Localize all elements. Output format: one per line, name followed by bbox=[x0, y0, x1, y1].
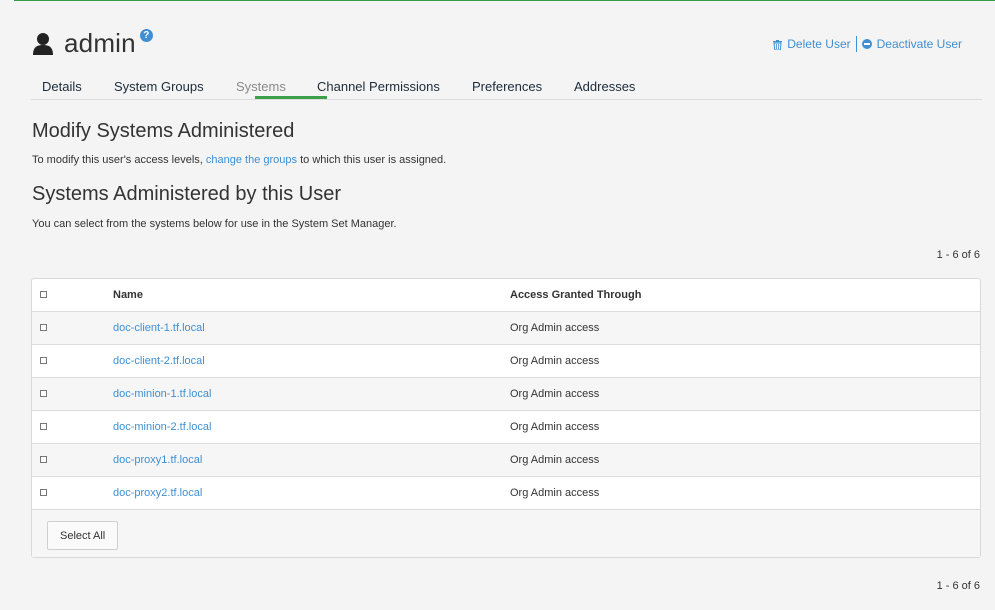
tab-systems[interactable]: Systems bbox=[236, 79, 286, 94]
table-footer: Select All bbox=[32, 510, 980, 557]
access-granted-cell: Org Admin access bbox=[510, 388, 600, 400]
system-name-link[interactable]: doc-client-2.tf.local bbox=[113, 355, 205, 367]
delete-user-label: Delete User bbox=[787, 37, 851, 51]
tab-channel-permissions[interactable]: Channel Permissions bbox=[317, 79, 440, 94]
administered-description: You can select from the systems below fo… bbox=[32, 218, 397, 230]
system-name-link[interactable]: doc-proxy2.tf.local bbox=[113, 487, 202, 499]
system-name-link[interactable]: doc-minion-1.tf.local bbox=[113, 388, 211, 400]
help-icon[interactable]: ? bbox=[139, 29, 153, 42]
modify-heading: Modify Systems Administered bbox=[32, 120, 295, 142]
tab-addresses[interactable]: Addresses bbox=[574, 79, 635, 94]
modify-text-before: To modify this user's access levels, bbox=[32, 154, 203, 166]
row-checkbox[interactable] bbox=[40, 489, 47, 496]
system-name-link[interactable]: doc-minion-2.tf.local bbox=[113, 421, 211, 433]
tab-preferences[interactable]: Preferences bbox=[472, 79, 542, 94]
actions-divider bbox=[855, 36, 857, 52]
row-checkbox[interactable] bbox=[40, 324, 47, 331]
active-tab-indicator bbox=[255, 96, 327, 99]
select-all-button[interactable]: Select All bbox=[47, 521, 119, 550]
table-row: doc-minion-1.tf.local Org Admin access bbox=[32, 378, 980, 411]
minus-circle-icon bbox=[861, 39, 872, 49]
modify-description: To modify this user's access levels, cha… bbox=[32, 154, 446, 166]
select-all-checkbox[interactable] bbox=[40, 291, 47, 298]
tab-details[interactable]: Details bbox=[42, 79, 82, 94]
deactivate-user-label: Deactivate User bbox=[876, 37, 962, 51]
page-title: admin bbox=[64, 28, 136, 58]
access-granted-cell: Org Admin access bbox=[510, 487, 600, 499]
trash-icon bbox=[773, 39, 783, 51]
system-name-link[interactable]: doc-proxy1.tf.local bbox=[113, 454, 202, 466]
table-header-row: Name Access Granted Through bbox=[32, 279, 980, 312]
change-groups-link[interactable]: change the groups bbox=[206, 154, 297, 166]
row-checkbox[interactable] bbox=[40, 423, 47, 430]
row-checkbox[interactable] bbox=[40, 357, 47, 364]
table-row: doc-proxy2.tf.local Org Admin access bbox=[32, 477, 980, 510]
user-icon bbox=[32, 32, 54, 56]
top-rule bbox=[14, 0, 995, 1]
row-checkbox[interactable] bbox=[40, 456, 47, 463]
table-row: doc-client-2.tf.local Org Admin access bbox=[32, 345, 980, 378]
page-header: admin ? bbox=[32, 28, 153, 59]
table-row: doc-client-1.tf.local Org Admin access bbox=[32, 312, 980, 345]
access-granted-cell: Org Admin access bbox=[510, 322, 600, 334]
column-header-access: Access Granted Through bbox=[510, 289, 642, 301]
access-granted-cell: Org Admin access bbox=[510, 454, 600, 466]
tab-system-groups[interactable]: System Groups bbox=[114, 79, 204, 94]
modify-text-after: to which this user is assigned. bbox=[300, 154, 447, 166]
tab-bar: Details System Groups Systems Channel Pe… bbox=[31, 71, 982, 100]
row-checkbox[interactable] bbox=[40, 390, 47, 397]
pagination-bottom: 1 - 6 of 6 bbox=[936, 580, 980, 592]
systems-table: Name Access Granted Through doc-client-1… bbox=[31, 278, 981, 558]
table-row: doc-minion-2.tf.local Org Admin access bbox=[32, 411, 980, 444]
access-granted-cell: Org Admin access bbox=[510, 421, 600, 433]
pagination-top: 1 - 6 of 6 bbox=[936, 249, 980, 261]
column-header-name[interactable]: Name bbox=[113, 289, 143, 301]
deactivate-user-link[interactable]: Deactivate User bbox=[861, 37, 962, 51]
table-row: doc-proxy1.tf.local Org Admin access bbox=[32, 444, 980, 477]
system-name-link[interactable]: doc-client-1.tf.local bbox=[113, 322, 205, 334]
access-granted-cell: Org Admin access bbox=[510, 355, 600, 367]
administered-heading: Systems Administered by this User bbox=[32, 183, 341, 205]
delete-user-link[interactable]: Delete User bbox=[773, 37, 851, 51]
user-actions: Delete User Deactivate User bbox=[773, 36, 962, 52]
